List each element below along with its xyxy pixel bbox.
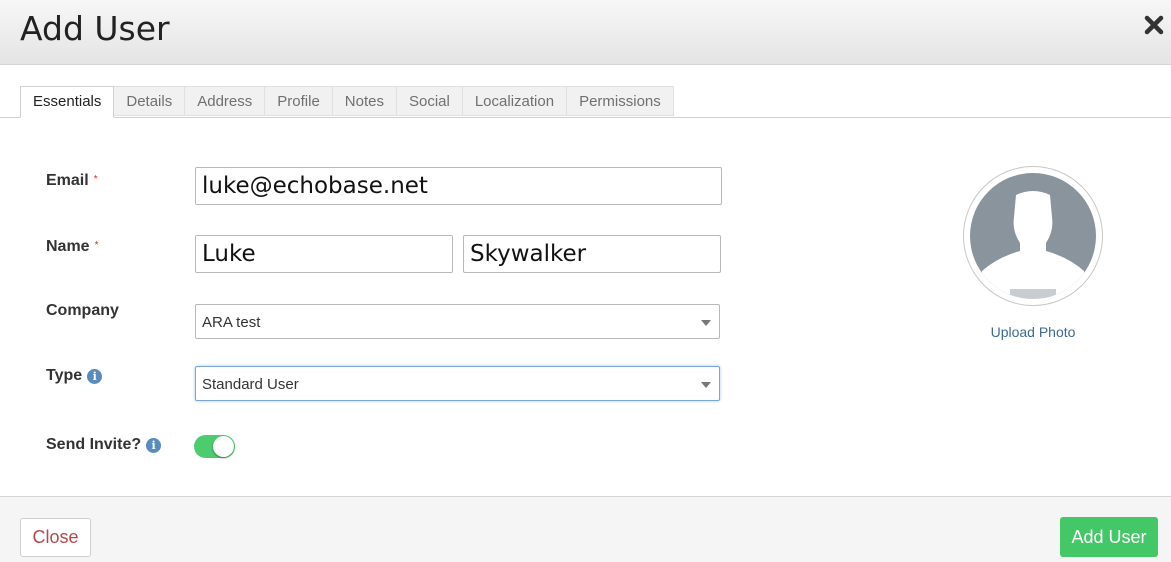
info-icon[interactable]: i	[87, 368, 103, 384]
type-select-value: Standard User	[202, 376, 299, 393]
type-label-text: Type	[46, 367, 83, 384]
tab-divider	[0, 117, 1171, 118]
type-select[interactable]: Standard User	[195, 366, 720, 401]
add-user-button[interactable]: Add User	[1060, 517, 1158, 557]
company-select-value: ARA test	[202, 314, 261, 331]
tab-permissions[interactable]: Permissions	[567, 86, 674, 116]
chevron-down-icon	[701, 382, 711, 388]
send-invite-label: Send Invite? i	[46, 436, 162, 454]
required-marker: *	[94, 239, 99, 251]
info-icon[interactable]: i	[146, 437, 162, 453]
email-field[interactable]: luke@echobase.net	[195, 167, 722, 205]
email-label-text: Email	[46, 172, 89, 189]
avatar[interactable]	[963, 166, 1103, 306]
close-icon[interactable]	[1143, 14, 1165, 36]
required-marker: *	[93, 173, 98, 185]
type-label: Type i	[46, 367, 103, 385]
user-silhouette-icon	[970, 173, 1096, 299]
chevron-down-icon	[701, 320, 711, 326]
send-invite-toggle[interactable]	[194, 435, 235, 458]
tab-notes[interactable]: Notes	[332, 86, 397, 116]
close-button[interactable]: Close	[20, 518, 91, 557]
toggle-knob	[213, 436, 234, 457]
modal-footer: Close Add User	[0, 496, 1171, 562]
name-label: Name *	[46, 238, 98, 256]
company-label-text: Company	[46, 302, 119, 319]
modal-header: Add User	[0, 0, 1171, 65]
tab-social[interactable]: Social	[396, 86, 463, 116]
tab-address[interactable]: Address	[185, 86, 266, 116]
upload-photo-link[interactable]: Upload Photo	[963, 324, 1103, 340]
modal-title: Add User	[20, 9, 170, 48]
first-name-field[interactable]: Luke	[195, 235, 453, 273]
tab-profile[interactable]: Profile	[265, 86, 333, 116]
tab-localization[interactable]: Localization	[462, 86, 568, 116]
tab-bar: Essentials Details Address Profile Notes…	[20, 86, 674, 118]
email-label: Email *	[46, 172, 98, 190]
company-select[interactable]: ARA test	[195, 304, 720, 339]
tab-essentials[interactable]: Essentials	[20, 86, 115, 118]
send-invite-label-text: Send Invite?	[46, 436, 142, 453]
name-label-text: Name	[46, 238, 90, 255]
company-label: Company	[46, 302, 119, 320]
last-name-field[interactable]: Skywalker	[463, 235, 721, 273]
tab-details[interactable]: Details	[114, 86, 186, 116]
